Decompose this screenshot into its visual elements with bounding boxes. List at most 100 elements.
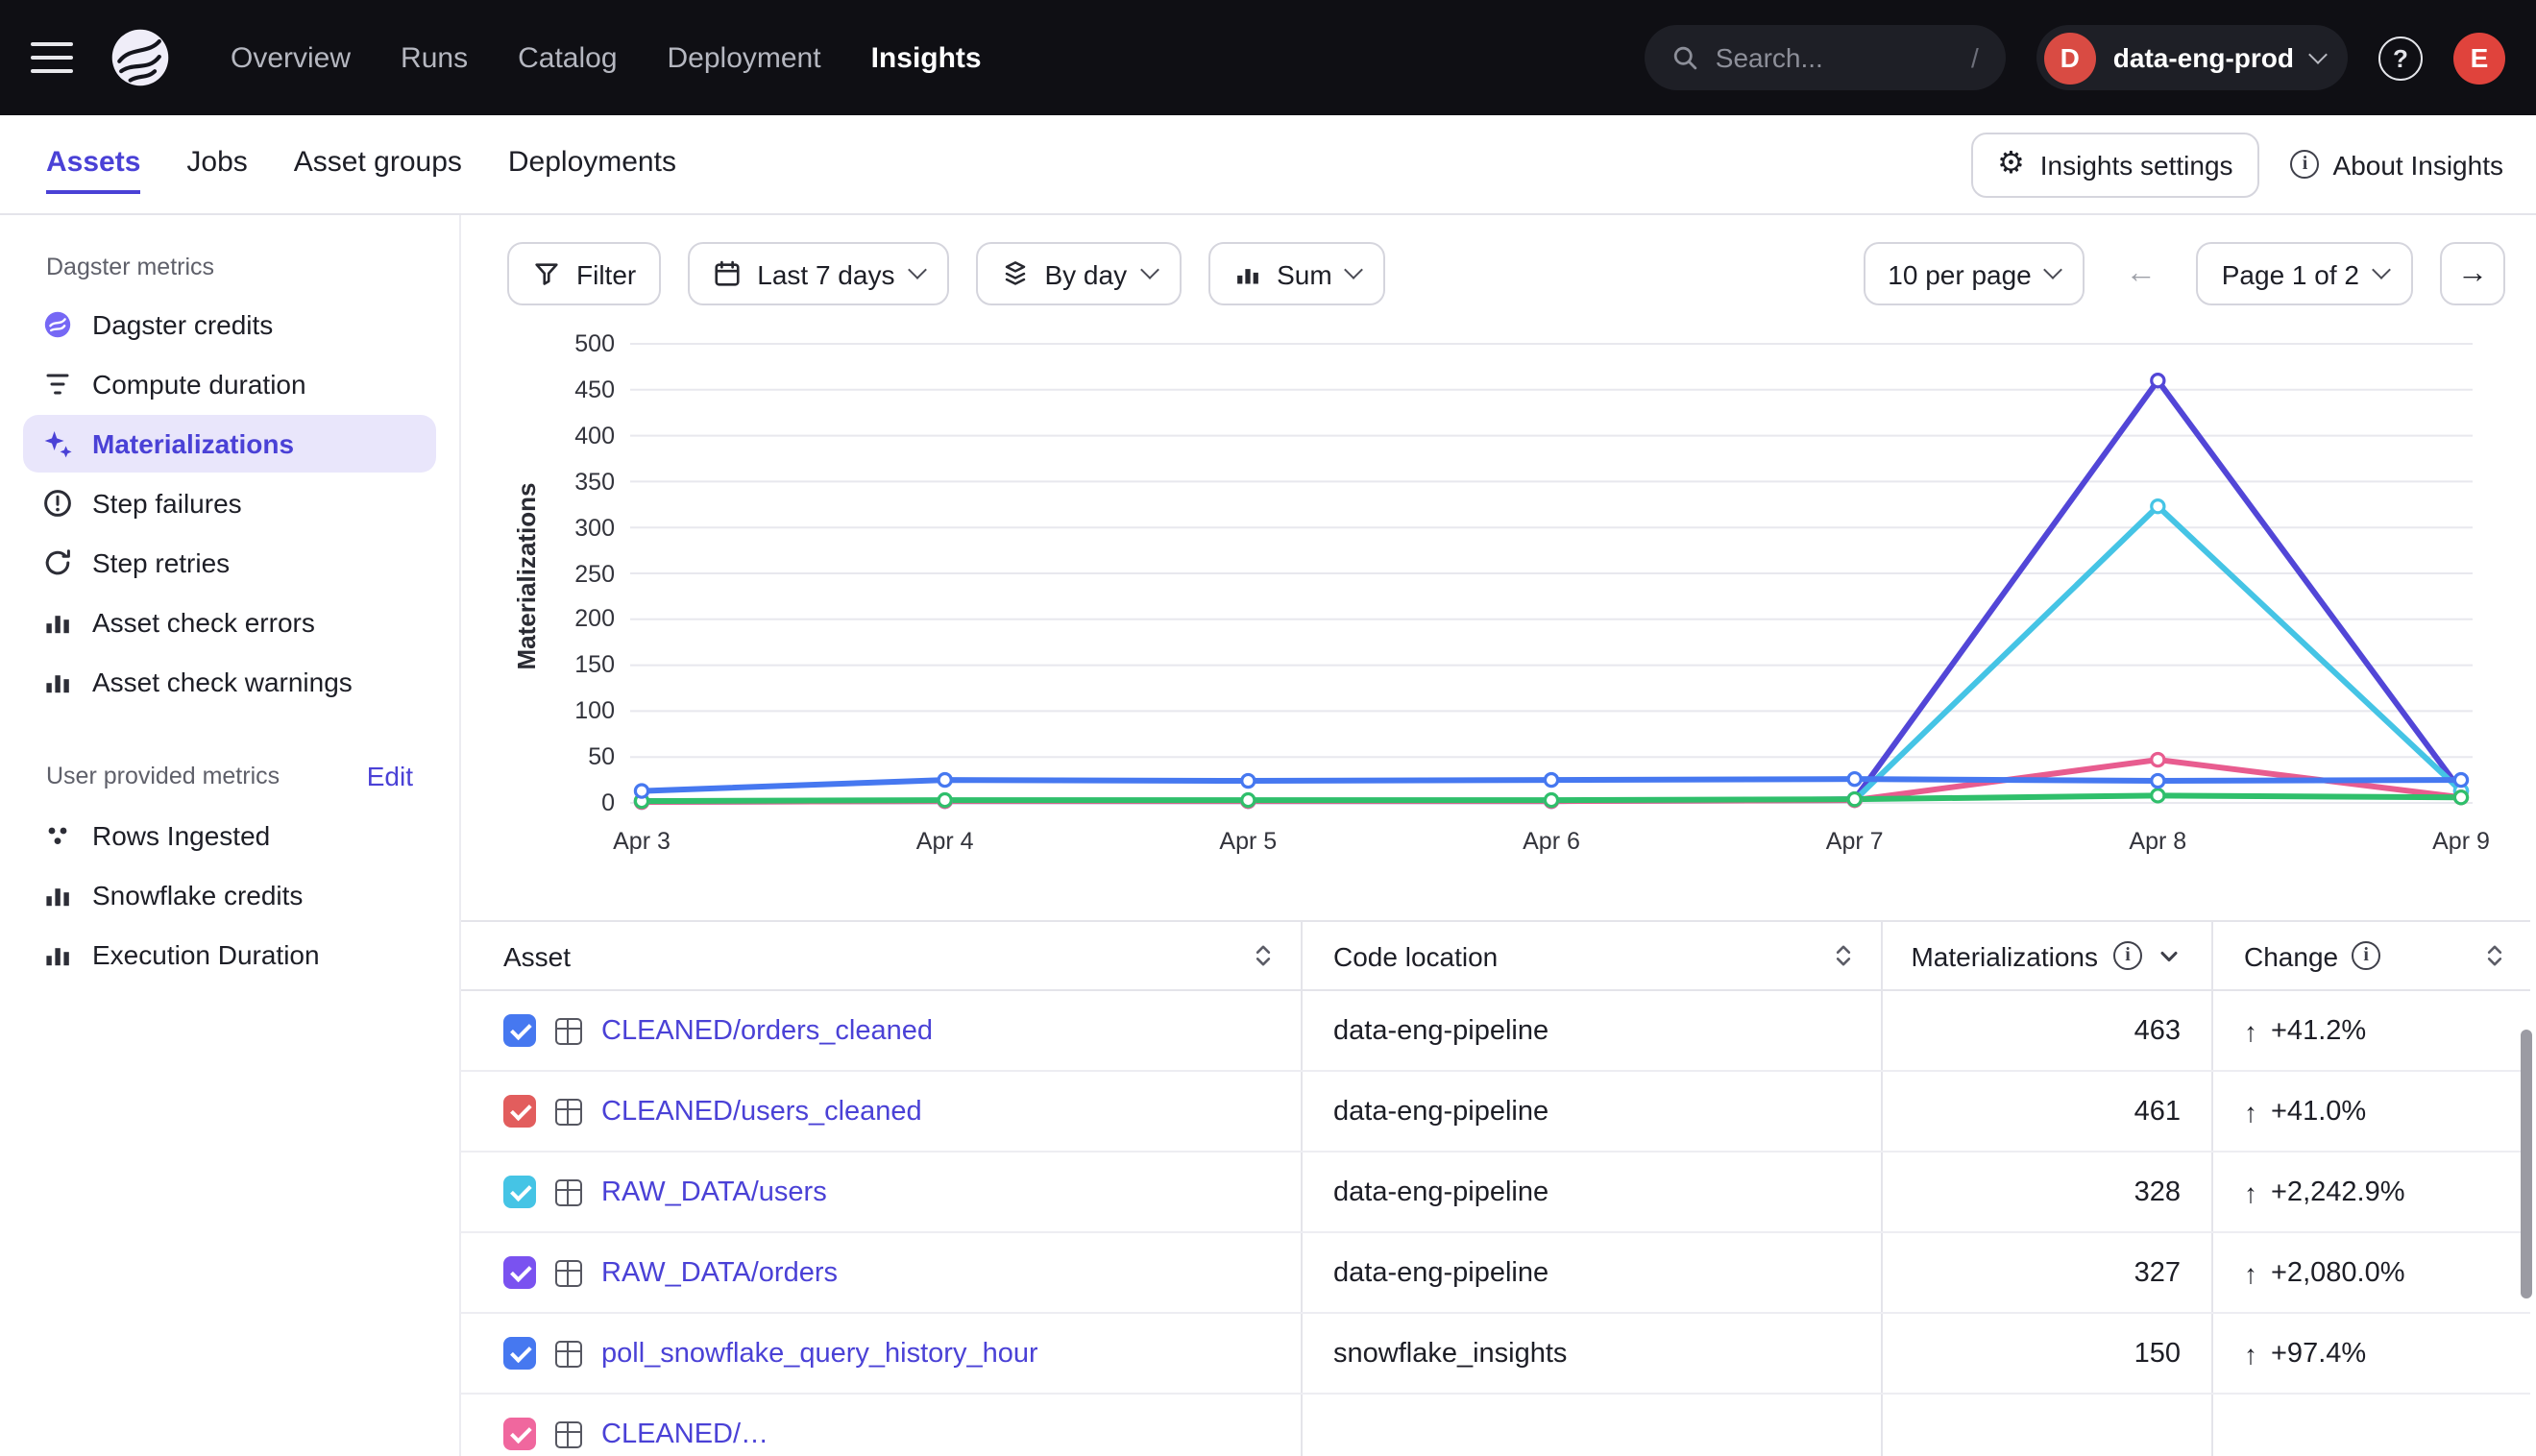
sidebar-item-materializations[interactable]: Materializations [23, 415, 436, 473]
chart-svg[interactable] [630, 336, 2473, 816]
up-arrow-icon: ↑ [2244, 1015, 2257, 1046]
tab-assets[interactable]: Assets [46, 115, 140, 213]
data-point[interactable] [2152, 774, 2164, 787]
data-point[interactable] [1848, 773, 1861, 786]
tab-deployments[interactable]: Deployments [508, 115, 676, 213]
data-point[interactable] [1242, 794, 1255, 807]
row-checkbox[interactable] [503, 1014, 536, 1047]
chart-line-indigo[interactable] [642, 380, 2461, 801]
asset-table-icon [555, 1098, 582, 1125]
step-retries-icon [42, 547, 73, 578]
table-scrollbar[interactable] [2521, 1030, 2532, 1298]
data-point[interactable] [2152, 500, 2164, 513]
info-icon[interactable] [2352, 941, 2380, 970]
tab-jobs[interactable]: Jobs [186, 115, 247, 213]
sidebar-section-title: Dagster metrics [46, 254, 214, 280]
sort-icon[interactable] [1253, 941, 1274, 970]
per-page-button[interactable]: 10 per page [1863, 242, 2085, 305]
x-tick-label: Apr 4 [916, 828, 974, 855]
materializations-icon [42, 428, 73, 459]
data-point[interactable] [2152, 789, 2164, 802]
code-location-cell: data-eng-pipeline [1301, 991, 1881, 1070]
column-header-asset[interactable]: Asset [461, 922, 1301, 989]
change-cell: ↑+97.4% [2211, 1314, 2530, 1393]
subnav-tabs: Assets Jobs Asset groups Deployments [46, 115, 676, 213]
chart-plot[interactable] [630, 336, 2473, 816]
data-point[interactable] [2454, 774, 2467, 787]
row-checkbox[interactable] [503, 1256, 536, 1289]
data-point[interactable] [1545, 774, 1557, 787]
column-header-materializations[interactable]: Materializations [1881, 922, 2211, 989]
asset-cell: RAW_DATA/users [461, 1153, 1301, 1231]
x-tick-label: Apr 6 [1523, 828, 1580, 855]
tab-asset-groups[interactable]: Asset groups [294, 115, 462, 213]
row-checkbox[interactable] [503, 1095, 536, 1128]
topnav-item-deployment[interactable]: Deployment [668, 41, 821, 74]
dagster-logo-icon[interactable] [108, 23, 177, 92]
topnav-item-catalog[interactable]: Catalog [518, 41, 617, 74]
topnav-item-insights[interactable]: Insights [871, 41, 982, 74]
filter-button[interactable]: Filter [507, 242, 661, 305]
user-avatar[interactable]: E [2453, 32, 2505, 84]
insights-settings-button[interactable]: ⚙ Insights settings [1970, 132, 2259, 197]
materializations-cell [1881, 1395, 2211, 1456]
sidebar-item-dagster-credits[interactable]: Dagster credits [23, 296, 436, 353]
rows-ingested-icon [42, 820, 73, 851]
sidebar: Dagster metrics Dagster creditsCompute du… [0, 215, 461, 1456]
chevron-down-icon[interactable] [2158, 944, 2181, 967]
data-point[interactable] [939, 774, 951, 787]
topnav-item-runs[interactable]: Runs [401, 41, 468, 74]
data-point[interactable] [1545, 794, 1557, 807]
sidebar-item-snowflake-credits[interactable]: Snowflake credits [23, 866, 436, 924]
deployment-switcher[interactable]: D data-eng-prod [2036, 25, 2348, 90]
column-header-code-location[interactable]: Code location [1301, 922, 1881, 989]
sidebar-item-step-failures[interactable]: Step failures [23, 474, 436, 532]
sidebar-item-compute-duration[interactable]: Compute duration [23, 355, 436, 413]
data-point[interactable] [2454, 791, 2467, 804]
search-input[interactable]: Search... / [1645, 25, 2006, 90]
about-insights-link[interactable]: About Insights [2291, 149, 2503, 180]
date-range-button[interactable]: Last 7 days [688, 242, 948, 305]
info-icon[interactable] [2113, 941, 2142, 970]
sidebar-item-asset-check-errors[interactable]: Asset check errors [23, 594, 436, 651]
group-by-button[interactable]: By day [975, 242, 1181, 305]
edit-metrics-link[interactable]: Edit [367, 761, 413, 791]
data-point[interactable] [2152, 375, 2164, 387]
data-point[interactable] [1242, 774, 1255, 787]
page-select-button[interactable]: Page 1 of 2 [2197, 242, 2413, 305]
data-point[interactable] [635, 785, 647, 797]
data-point[interactable] [1848, 793, 1861, 806]
asset-link[interactable]: RAW_DATA/orders [601, 1257, 838, 1288]
deployment-name: data-eng-prod [2113, 42, 2294, 73]
asset-link[interactable]: poll_snowflake_query_history_hour [601, 1338, 1038, 1369]
prev-page-button[interactable]: ← [2112, 242, 2170, 305]
y-tick-label: 300 [574, 512, 615, 543]
row-checkbox[interactable] [503, 1337, 536, 1370]
materializations-cell: 463 [1881, 991, 2211, 1070]
data-point[interactable] [939, 794, 951, 807]
help-icon[interactable]: ? [2378, 36, 2423, 80]
row-checkbox[interactable] [503, 1418, 536, 1450]
sidebar-item-rows-ingested[interactable]: Rows Ingested [23, 807, 436, 864]
column-header-change[interactable]: Change [2211, 922, 2530, 989]
asset-link[interactable]: CLEANED/… [601, 1419, 768, 1449]
asset-link[interactable]: CLEANED/orders_cleaned [601, 1015, 933, 1046]
sort-icon[interactable] [1833, 941, 1854, 970]
sidebar-item-asset-check-warnings[interactable]: Asset check warnings [23, 653, 436, 711]
y-tick-label: 400 [574, 421, 615, 451]
asset-link[interactable]: RAW_DATA/users [601, 1177, 827, 1207]
chevron-down-icon [2372, 260, 2391, 279]
aggregation-button[interactable]: Sum [1207, 242, 1386, 305]
materializations-cell: 461 [1881, 1072, 2211, 1151]
sidebar-item-step-retries[interactable]: Step retries [23, 534, 436, 592]
menu-icon[interactable] [31, 42, 73, 73]
topnav-item-overview[interactable]: Overview [231, 41, 351, 74]
asset-cell: poll_snowflake_query_history_hour [461, 1314, 1301, 1393]
sort-icon[interactable] [2484, 941, 2505, 970]
row-checkbox[interactable] [503, 1176, 536, 1208]
data-point[interactable] [2152, 753, 2164, 765]
sidebar-item-execution-duration[interactable]: Execution Duration [23, 926, 436, 983]
chevron-down-icon [908, 260, 927, 279]
next-page-button[interactable]: → [2440, 242, 2505, 305]
asset-link[interactable]: CLEANED/users_cleaned [601, 1096, 922, 1127]
